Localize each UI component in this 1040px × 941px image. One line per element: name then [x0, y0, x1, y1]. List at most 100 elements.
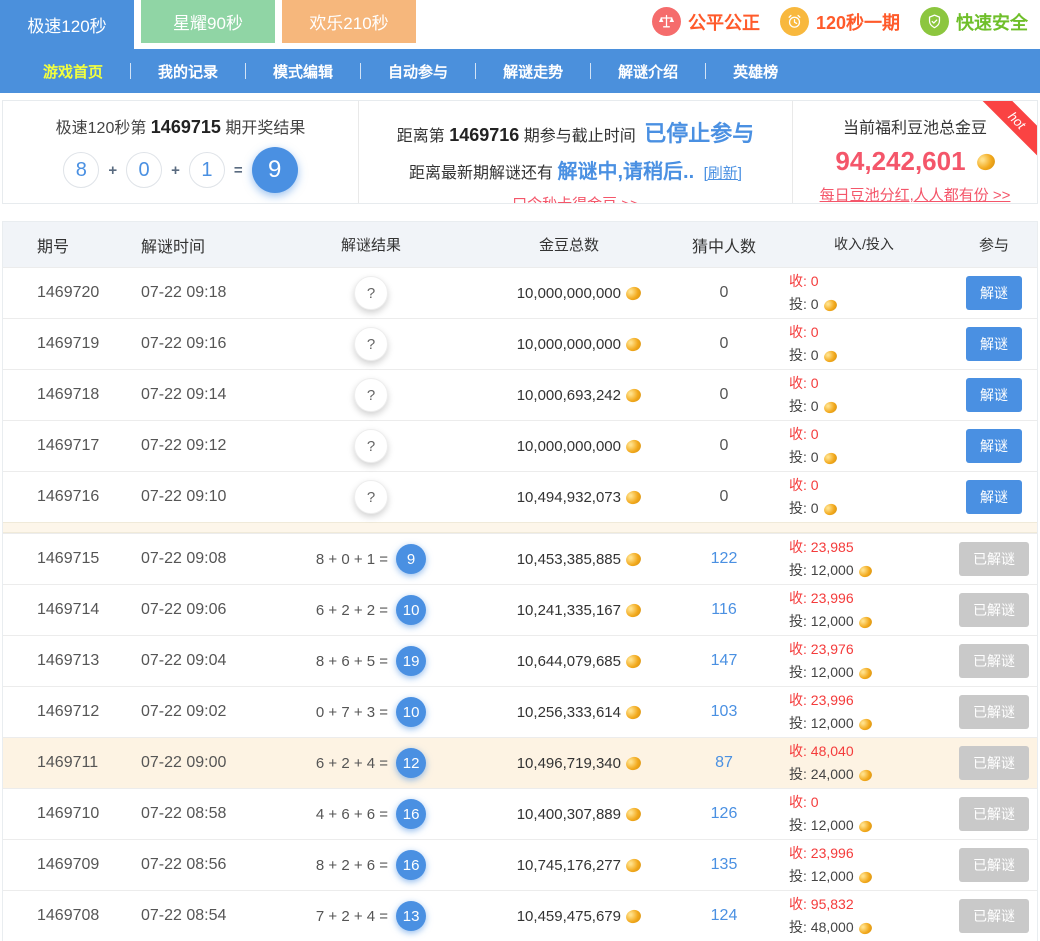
- invest-line: 投: 48,000: [789, 916, 949, 939]
- action-cell: 解谜: [949, 429, 1039, 463]
- solve-button[interactable]: 解谜: [966, 378, 1022, 412]
- result-equation: 6 + 2 + 2 = 10: [316, 595, 426, 625]
- badge-safety-label: 快速安全: [956, 9, 1028, 35]
- tab-happy-210s[interactable]: 欢乐210秒: [282, 0, 416, 43]
- invest-line: 投: 0: [789, 395, 949, 418]
- coin-icon: [822, 298, 838, 312]
- period-cell: 1469717: [3, 437, 113, 455]
- income-line: 收: 95,832: [789, 893, 949, 916]
- period-cell: 1469708: [3, 907, 113, 925]
- winners-cell[interactable]: 0: [669, 437, 779, 455]
- coin-icon: [857, 564, 873, 578]
- total-beans-cell: 10,241,335,167: [469, 602, 669, 619]
- nav-item-mode-edit[interactable]: 模式编辑: [246, 61, 360, 82]
- income-cell: 收: 23,996 投: 12,000: [779, 587, 949, 633]
- main-nav: 游戏首页 我的记录 模式编辑 自动参与 解谜走势 解谜介绍 英雄榜: [0, 49, 1040, 93]
- result-cell: ?: [273, 480, 469, 514]
- pool-dividend-link[interactable]: 每日豆池分红,人人都有份 >>: [820, 184, 1011, 204]
- income-cell: 收: 0 投: 0: [779, 321, 949, 367]
- winners-cell[interactable]: 103: [669, 703, 779, 721]
- time-cell: 07-22 09:08: [113, 550, 273, 568]
- period-cell: 1469719: [3, 335, 113, 353]
- tab-speed-120s[interactable]: 极速120秒: [0, 0, 134, 49]
- deadline-line: 距离第 1469716 期参与截止时间 已停止参与: [359, 116, 792, 148]
- result-equation: 4 + 6 + 6 = 16: [316, 799, 426, 829]
- result-cell: ?: [273, 429, 469, 463]
- income-cell: 收: 23,996 投: 12,000: [779, 689, 949, 735]
- tab-star-90s[interactable]: 星耀90秒: [141, 0, 275, 43]
- invest-line: 投: 12,000: [789, 814, 949, 837]
- income-line: 收: 0: [789, 372, 949, 395]
- income-cell: 收: 0 投: 0: [779, 423, 949, 469]
- income-line: 收: 0: [789, 474, 949, 497]
- row-sum-ball: 13: [396, 901, 426, 931]
- pending-result-icon: ?: [354, 378, 388, 412]
- solve-button[interactable]: 解谜: [966, 429, 1022, 463]
- coin-icon: [822, 451, 838, 465]
- result-cell: 8 + 6 + 5 = 19: [273, 646, 469, 676]
- winners-cell[interactable]: 0: [669, 386, 779, 404]
- clock-icon: [780, 7, 809, 36]
- result-cell: 8 + 2 + 6 = 16: [273, 850, 469, 880]
- solve-button[interactable]: 解谜: [966, 480, 1022, 514]
- coin-icon: [624, 551, 642, 568]
- coin-icon: [857, 921, 873, 935]
- time-cell: 07-22 09:00: [113, 754, 273, 772]
- nav-item-heroes[interactable]: 英雄榜: [706, 61, 805, 82]
- plus-sign: +: [171, 162, 180, 179]
- invest-line: 投: 0: [789, 293, 949, 316]
- winners-cell[interactable]: 0: [669, 335, 779, 353]
- winners-cell[interactable]: 116: [669, 601, 779, 619]
- nav-item-my-records[interactable]: 我的记录: [131, 61, 245, 82]
- table-body: 1469720 07-22 09:18 ? 10,000,000,000 0 收…: [3, 267, 1037, 941]
- winners-cell[interactable]: 147: [669, 652, 779, 670]
- solve-button[interactable]: 解谜: [966, 327, 1022, 361]
- table-row: 1469709 07-22 08:56 8 + 2 + 6 = 16 10,74…: [3, 839, 1037, 890]
- winners-cell[interactable]: 0: [669, 284, 779, 302]
- pool-section: 当前福利豆池总金豆 94,242,601 每日豆池分红,人人都有份 >>: [793, 101, 1037, 203]
- income-line: 收: 23,985: [789, 536, 949, 559]
- nav-item-home[interactable]: 游戏首页: [16, 61, 130, 82]
- action-cell: 已解谜: [949, 695, 1039, 729]
- winners-cell[interactable]: 87: [669, 754, 779, 772]
- winners-cell[interactable]: 124: [669, 907, 779, 925]
- nav-item-auto-join[interactable]: 自动参与: [361, 61, 475, 82]
- refresh-link[interactable]: [刷新]: [704, 165, 742, 182]
- result-sum-ball: 9: [252, 147, 298, 193]
- coin-icon: [624, 387, 642, 404]
- shield-check-icon: [920, 7, 949, 36]
- action-cell: 已解谜: [949, 746, 1039, 780]
- winners-cell[interactable]: 135: [669, 856, 779, 874]
- total-beans-cell: 10,000,000,000: [469, 438, 669, 455]
- income-cell: 收: 0 投: 0: [779, 474, 949, 520]
- badge-period: 120秒一期: [780, 7, 900, 36]
- coin-icon: [857, 819, 873, 833]
- coin-icon: [857, 768, 873, 782]
- solve-button[interactable]: 解谜: [966, 276, 1022, 310]
- invest-line: 投: 0: [789, 497, 949, 520]
- period-cell: 1469715: [3, 550, 113, 568]
- winners-cell[interactable]: 122: [669, 550, 779, 568]
- badge-fairness: 公平公正: [652, 7, 760, 36]
- badge-fairness-label: 公平公正: [688, 9, 760, 35]
- header-result: 解谜结果: [273, 234, 469, 255]
- table-row: 1469713 07-22 09:04 8 + 6 + 5 = 19 10,64…: [3, 635, 1037, 686]
- nav-item-trend[interactable]: 解谜走势: [476, 61, 590, 82]
- winners-cell[interactable]: 0: [669, 488, 779, 506]
- income-line: 收: 23,976: [789, 638, 949, 661]
- period-cell: 1469710: [3, 805, 113, 823]
- result-cell: 0 + 7 + 3 = 10: [273, 697, 469, 727]
- time-cell: 07-22 08:58: [113, 805, 273, 823]
- header-time: 解谜时间: [113, 233, 273, 257]
- coin-icon: [624, 336, 642, 353]
- time-cell: 07-22 08:56: [113, 856, 273, 874]
- invest-line: 投: 12,000: [789, 865, 949, 888]
- winners-cell[interactable]: 126: [669, 805, 779, 823]
- promo-link[interactable]: 口令秒卡得金豆 >>: [512, 193, 639, 204]
- income-cell: 收: 0 投: 12,000: [779, 791, 949, 837]
- time-cell: 07-22 09:14: [113, 386, 273, 404]
- action-cell: 已解谜: [949, 797, 1039, 831]
- period-cell: 1469709: [3, 856, 113, 874]
- nav-item-intro[interactable]: 解谜介绍: [591, 61, 705, 82]
- table-row: 1469716 07-22 09:10 ? 10,494,932,073 0 收…: [3, 471, 1037, 522]
